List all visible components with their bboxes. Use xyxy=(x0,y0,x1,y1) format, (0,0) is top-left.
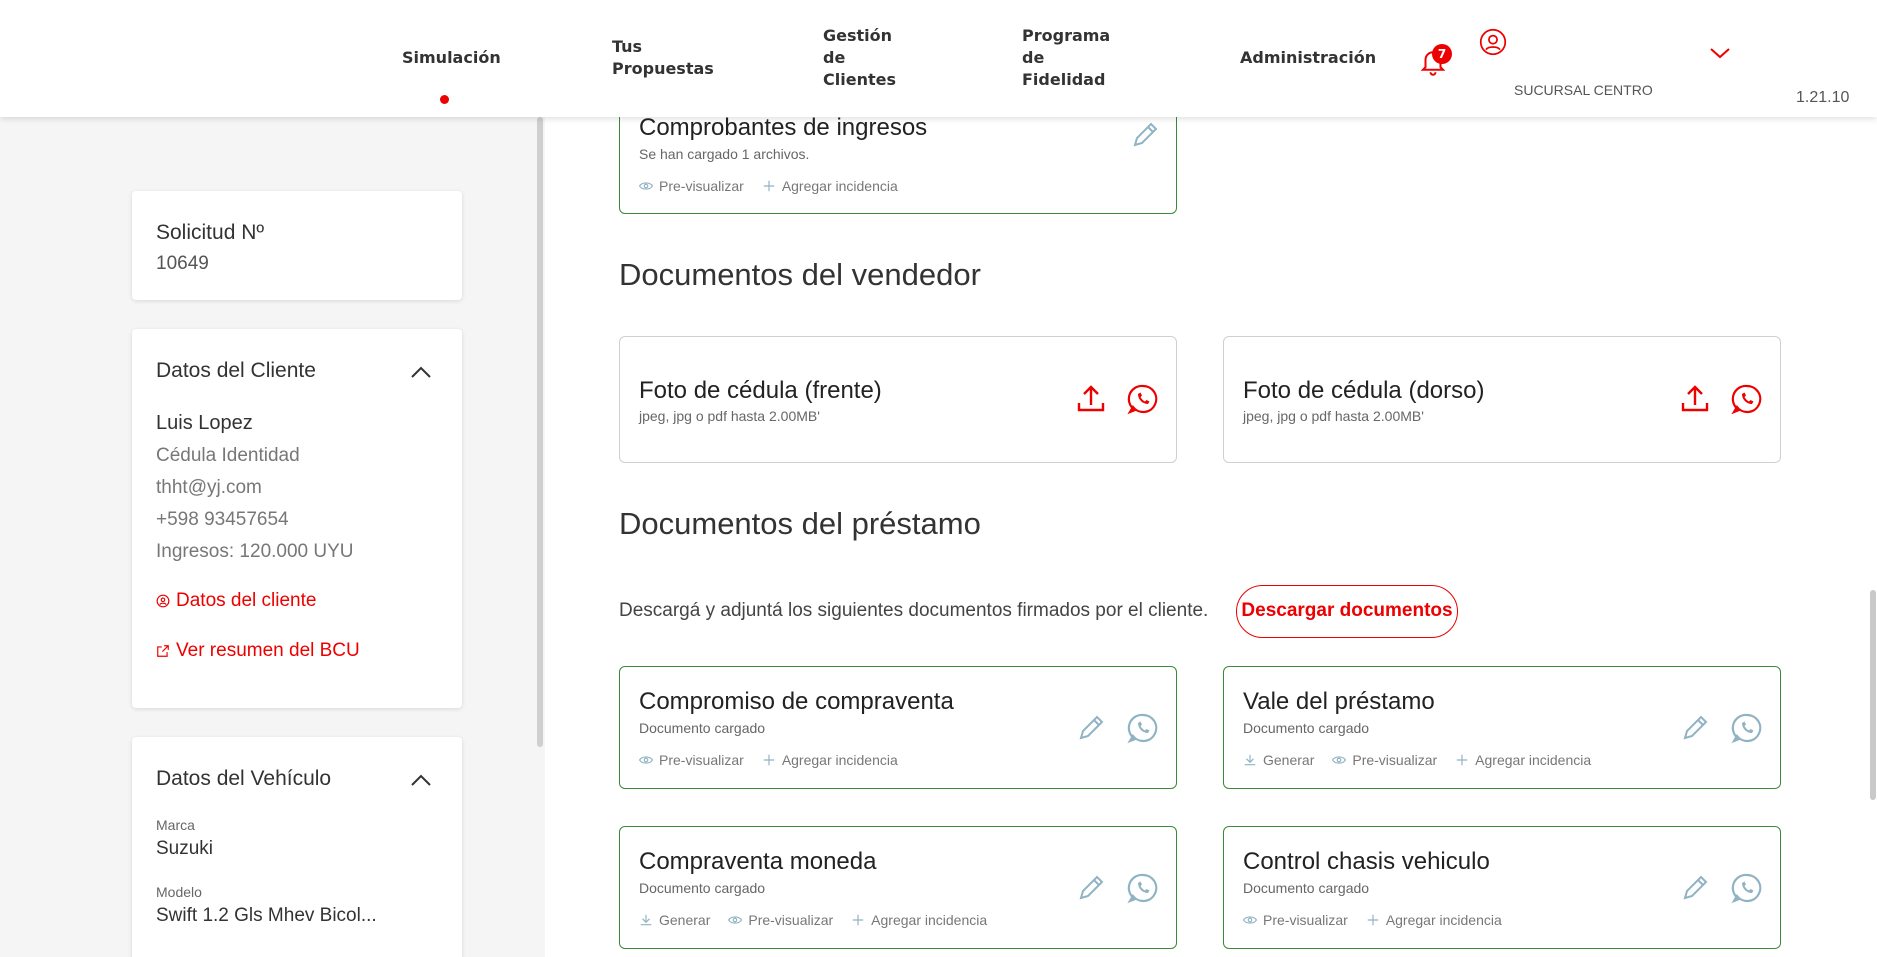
modelo-value: Swift 1.2 Gls Mhev Bicol... xyxy=(156,905,377,926)
preview-action[interactable]: Pre-visualizar xyxy=(1332,752,1437,768)
cedula-dorso-card: Foto de cédula (dorso) jpeg, jpg o pdf h… xyxy=(1223,336,1781,463)
chevron-down-icon[interactable] xyxy=(1708,45,1732,61)
add-incident-action[interactable]: Agregar incidencia xyxy=(851,912,987,928)
chevron-up-icon[interactable] xyxy=(409,364,433,380)
external-link-icon xyxy=(157,645,169,657)
user-icon[interactable] xyxy=(1479,28,1507,56)
notification-badge: 7 xyxy=(1432,44,1452,64)
solicitud-number: 10649 xyxy=(156,253,209,274)
compromiso-compraventa-card: Compromiso de compraventa Documento carg… xyxy=(619,666,1177,789)
whatsapp-icon[interactable] xyxy=(1127,712,1159,744)
doc-title: Compraventa moneda xyxy=(639,848,877,875)
add-incident-action[interactable]: Agregar incidencia xyxy=(1366,912,1502,928)
download-icon xyxy=(640,914,652,926)
download-icon xyxy=(1244,754,1256,766)
nav-active-indicator xyxy=(440,95,449,104)
user-icon xyxy=(156,594,170,608)
whatsapp-icon[interactable] xyxy=(1731,712,1763,744)
doc-title: Comprobantes de ingresos xyxy=(639,114,928,141)
main-scrollbar[interactable] xyxy=(1870,590,1876,800)
doc-title: Vale del préstamo xyxy=(1243,688,1435,715)
vehiculo-card-title: Datos del Vehículo xyxy=(156,767,332,790)
doc-subtitle: Documento cargado xyxy=(1243,720,1370,736)
ver-bcu-link-label: Ver resumen del BCU xyxy=(176,640,360,661)
cliente-phone: +598 93457654 xyxy=(156,509,289,530)
prestamo-description: Descargá y adjuntá los siguientes docume… xyxy=(619,600,1209,621)
pencil-icon[interactable] xyxy=(1679,712,1711,744)
cliente-card: Datos del Cliente Luis Lopez Cédula Iden… xyxy=(132,329,462,708)
nav-administracion[interactable]: Administración xyxy=(1240,47,1376,69)
plus-icon xyxy=(763,180,775,192)
branch-label: SUCURSAL CENTRO xyxy=(1514,82,1653,98)
compraventa-moneda-card: Compraventa moneda Documento cargado Gen… xyxy=(619,826,1177,949)
cliente-card-title: Datos del Cliente xyxy=(156,359,316,382)
cliente-doc-type: Cédula Identidad xyxy=(156,445,300,466)
cliente-income: Ingresos: 120.000 UYU xyxy=(156,541,354,562)
eye-icon xyxy=(1243,916,1257,924)
preview-action[interactable]: Pre-visualizar xyxy=(728,912,833,928)
doc-title: Control chasis vehiculo xyxy=(1243,848,1490,875)
plus-icon xyxy=(763,754,775,766)
nav-programa-fidelidad[interactable]: Programa de Fidelidad xyxy=(1022,25,1110,91)
doc-subtitle: Documento cargado xyxy=(1243,880,1370,896)
marca-value: Suzuki xyxy=(156,838,214,859)
control-chasis-card: Control chasis vehiculo Documento cargad… xyxy=(1223,826,1781,949)
datos-cliente-link[interactable]: Datos del cliente xyxy=(156,590,316,612)
doc-subtitle: Documento cargado xyxy=(639,880,766,896)
cliente-email: thht@yj.com xyxy=(156,477,262,498)
generate-action[interactable]: Generar xyxy=(1243,752,1314,768)
cliente-name: Luis Lopez xyxy=(156,412,253,434)
doc-subtitle: jpeg, jpg o pdf hasta 2.00MB' xyxy=(639,408,820,424)
top-navbar: Simulación Tus Propuestas Gestión de Cli… xyxy=(0,0,1877,117)
version-label: 1.21.10 xyxy=(1796,89,1850,106)
vale-prestamo-card: Vale del préstamo Documento cargado Gene… xyxy=(1223,666,1781,789)
plus-icon xyxy=(852,914,864,926)
eye-icon xyxy=(639,182,653,190)
plus-icon xyxy=(1367,914,1379,926)
whatsapp-icon[interactable] xyxy=(1731,872,1763,904)
datos-cliente-link-label: Datos del cliente xyxy=(176,590,317,611)
vehiculo-card: Datos del Vehículo Marca Suzuki Modelo S… xyxy=(132,737,462,957)
marca-label: Marca xyxy=(156,817,195,833)
nav-gestion-clientes[interactable]: Gestión de Clientes xyxy=(823,25,896,91)
doc-title: Foto de cédula (dorso) xyxy=(1243,377,1485,404)
eye-icon xyxy=(1332,756,1347,764)
solicitud-label: Solicitud Nº xyxy=(156,221,265,244)
generate-action[interactable]: Generar xyxy=(639,912,710,928)
chevron-up-icon[interactable] xyxy=(409,772,433,788)
whatsapp-icon[interactable] xyxy=(1127,383,1159,415)
add-incident-action[interactable]: Agregar incidencia xyxy=(762,752,898,768)
pencil-icon[interactable] xyxy=(1075,872,1107,904)
plus-icon xyxy=(1456,754,1468,766)
upload-icon[interactable] xyxy=(1075,383,1107,415)
nav-simulacion[interactable]: Simulación xyxy=(402,47,501,69)
pencil-icon[interactable] xyxy=(1075,712,1107,744)
eye-icon xyxy=(728,916,743,924)
upload-icon[interactable] xyxy=(1679,383,1711,415)
nav-tus-propuestas[interactable]: Tus Propuestas xyxy=(612,36,714,80)
modelo-label: Modelo xyxy=(156,884,202,900)
solicitud-card: Solicitud Nº 10649 xyxy=(132,191,462,300)
whatsapp-icon[interactable] xyxy=(1731,383,1763,415)
add-incident-action[interactable]: Agregar incidencia xyxy=(762,178,898,194)
preview-action[interactable]: Pre-visualizar xyxy=(1243,912,1348,928)
sidebar-scrollbar[interactable] xyxy=(537,117,543,747)
doc-title: Compromiso de compraventa xyxy=(639,688,954,715)
pencil-icon[interactable] xyxy=(1679,872,1711,904)
add-incident-action[interactable]: Agregar incidencia xyxy=(1455,752,1591,768)
eye-icon xyxy=(639,756,653,764)
preview-action[interactable]: Pre-visualizar xyxy=(639,752,744,768)
preview-action[interactable]: Pre-visualizar xyxy=(639,178,744,194)
doc-subtitle: jpeg, jpg o pdf hasta 2.00MB' xyxy=(1243,408,1424,424)
whatsapp-icon[interactable] xyxy=(1127,872,1159,904)
doc-subtitle: Documento cargado xyxy=(639,720,766,736)
prestamo-section-title: Documentos del préstamo xyxy=(619,506,981,541)
vendedor-section-title: Documentos del vendedor xyxy=(619,257,981,292)
doc-title: Foto de cédula (frente) xyxy=(639,377,882,404)
download-documents-button[interactable]: Descargar documentos xyxy=(1236,585,1458,638)
pencil-icon[interactable] xyxy=(1129,119,1161,151)
cedula-frente-card: Foto de cédula (frente) jpeg, jpg o pdf … xyxy=(619,336,1177,463)
ver-bcu-link[interactable]: Ver resumen del BCU xyxy=(156,640,360,662)
doc-subtitle: Se han cargado 1 archivos. xyxy=(639,146,810,162)
